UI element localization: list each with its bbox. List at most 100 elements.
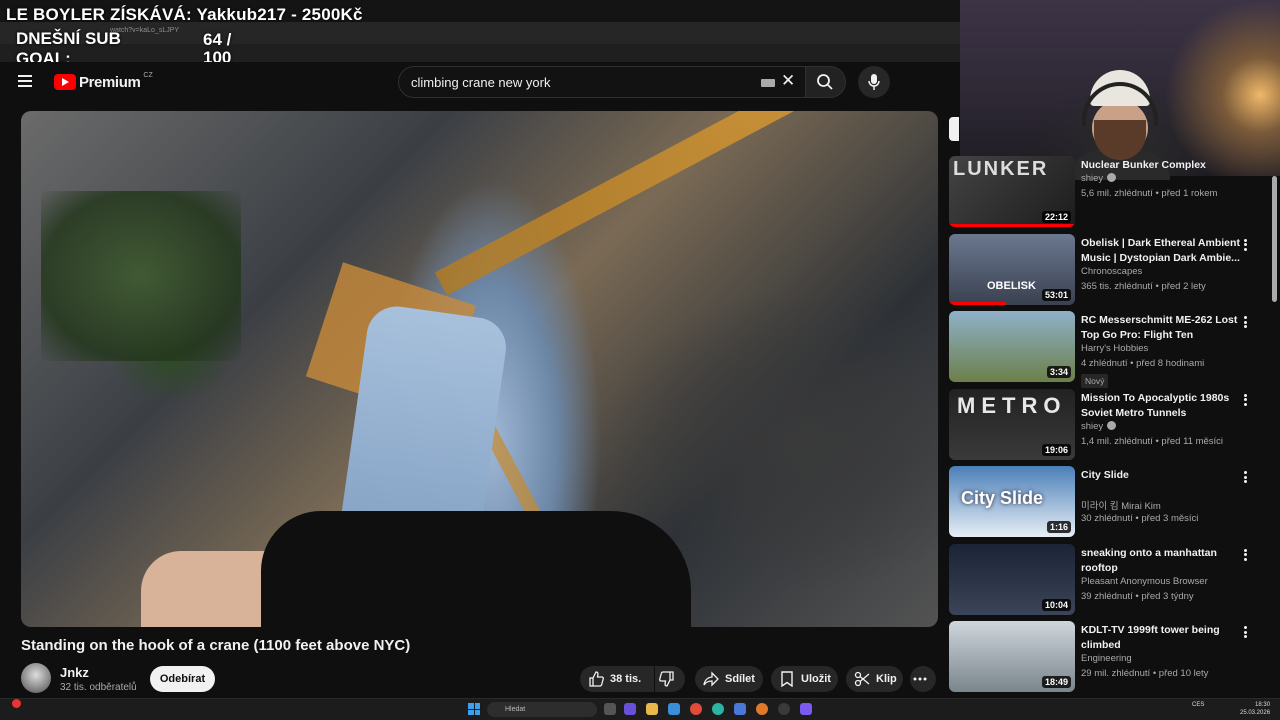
subscriber-count: 32 tis. odběratelů xyxy=(60,682,137,693)
recommendation-title[interactable]: Nuclear Bunker Complex xyxy=(1081,158,1251,173)
recommendation-title[interactable]: Mission To Apocalyptic 1980s Soviet Metr… xyxy=(1081,391,1251,421)
recommendation-item[interactable]: LUNKER 22:12 Nuclear Bunker Complex shiey 5,… xyxy=(949,156,1269,228)
store-icon[interactable] xyxy=(668,703,680,715)
share-label: Sdílet xyxy=(725,673,755,685)
more-options-icon[interactable] xyxy=(1241,625,1249,639)
recommendation-item[interactable]: 18:49 KDLT-TV 1999ft tower being climbed E… xyxy=(949,621,1269,693)
recommendation-meta: 5,6 mil. zhlédnutí • před 1 rokem xyxy=(1081,188,1218,199)
more-actions-button[interactable] xyxy=(910,666,936,692)
more-options-icon[interactable] xyxy=(1241,315,1249,329)
edge-icon[interactable] xyxy=(712,703,724,715)
clear-search-icon[interactable]: ✕ xyxy=(781,71,795,91)
clip-button[interactable]: Klip xyxy=(846,666,903,692)
recommendation-item[interactable]: 3:34 RC Messerschmitt ME-262 Lost Top Go … xyxy=(949,311,1269,388)
discord-icon[interactable] xyxy=(800,703,812,715)
recommendation-title[interactable]: sneaking onto a manhattan rooftop xyxy=(1081,546,1251,576)
recommendation-thumbnail[interactable]: 3:34 xyxy=(949,311,1075,382)
recommendation-title[interactable]: Obelisk | Dark Ethereal Ambient Music | … xyxy=(1081,236,1251,266)
video-duration: 18:49 xyxy=(1041,676,1071,688)
like-button[interactable]: 38 tis. xyxy=(580,666,654,692)
recommendation-channel[interactable]: Harry's Hobbies xyxy=(1081,343,1148,354)
video-frame-park xyxy=(41,191,241,361)
recommendation-thumbnail[interactable]: LUNKER 22:12 xyxy=(949,156,1075,227)
thumbnail-text: LUNKER xyxy=(953,158,1049,180)
search-input[interactable] xyxy=(411,75,741,90)
recommendation-channel[interactable]: Engineering xyxy=(1081,653,1132,664)
recommendation-channel[interactable]: shiey xyxy=(1081,420,1117,432)
recommendation-thumbnail[interactable]: OBELISK 53:01 xyxy=(949,233,1075,305)
channel-avatar[interactable] xyxy=(21,663,51,693)
task-view-icon[interactable] xyxy=(604,703,616,715)
hamburger-menu-icon[interactable] xyxy=(16,72,38,92)
recommendation-channel[interactable]: 미라이 킴 Mirai Kim xyxy=(1081,498,1161,512)
mail-icon[interactable] xyxy=(734,703,746,715)
language-indicator[interactable]: CES xyxy=(1192,702,1204,708)
channel-label: 미라이 킴 Mirai Kim xyxy=(1081,501,1161,512)
like-count: 38 tis. xyxy=(610,673,642,685)
obs-icon[interactable] xyxy=(778,703,790,715)
share-button[interactable]: Sdílet xyxy=(695,666,763,692)
video-duration: 3:34 xyxy=(1046,366,1071,378)
scissors-icon xyxy=(854,671,870,687)
thumbnail-text: OBELISK xyxy=(987,279,1036,292)
recommendation-thumbnail[interactable]: 18:49 xyxy=(949,621,1075,692)
recording-indicator-icon xyxy=(12,699,21,708)
recommendation-thumbnail[interactable]: City Slide 1:16 xyxy=(949,466,1075,537)
thumbnail-text: METRO xyxy=(957,392,1067,418)
recommendation-meta: 4 zhlédnutí • před 8 hodinami xyxy=(1081,358,1205,369)
firefox-icon[interactable] xyxy=(756,703,768,715)
save-button[interactable]: Uložit xyxy=(771,666,838,692)
chip-partial[interactable] xyxy=(949,117,959,141)
channel-label: Harry's Hobbies xyxy=(1081,343,1149,354)
stream-overlay-title: LE BOYLER ZÍSKÁVÁ: Yakkub217 - 2500Kč xyxy=(6,5,363,24)
more-options-icon[interactable] xyxy=(1241,470,1249,484)
recommendation-channel[interactable]: Chronoscapes xyxy=(1081,266,1142,277)
recommendation-title[interactable]: City Slide xyxy=(1081,468,1251,483)
logo-text: Premium xyxy=(79,73,141,91)
more-options-icon[interactable] xyxy=(1241,548,1249,562)
watch-progress-bar xyxy=(949,224,1075,227)
recommendation-meta: 1,4 mil. zhlédnutí • před 11 měsíci xyxy=(1081,435,1224,447)
search-button[interactable] xyxy=(806,66,846,98)
dislike-button[interactable] xyxy=(655,666,685,692)
youtube-premium-logo[interactable]: Premium CZ xyxy=(54,72,153,92)
video-frame-sleeve xyxy=(261,511,691,627)
recommendation-title[interactable]: RC Messerschmitt ME-262 Lost Top Go Pro:… xyxy=(1081,313,1251,343)
channel-label: shiey xyxy=(1081,420,1104,432)
recommendation-channel[interactable]: shiey xyxy=(1081,173,1117,184)
thumbs-up-icon xyxy=(589,671,604,687)
country-code: CZ xyxy=(143,71,153,79)
channel-name[interactable]: Jnkz xyxy=(60,665,89,680)
windows-start-icon[interactable] xyxy=(468,703,480,715)
recommendation-item[interactable]: 10:04 sneaking onto a manhattan rooftop Pl… xyxy=(949,543,1269,616)
recommendation-channel[interactable]: Pleasant Anonymous Browser xyxy=(1081,576,1208,587)
streamer-webcam xyxy=(960,0,1280,180)
youtube-header: Premium CZ ✕ xyxy=(0,62,960,102)
more-options-icon[interactable] xyxy=(1241,393,1249,407)
video-duration: 10:04 xyxy=(1041,598,1071,611)
taskbar-search[interactable]: Hledat xyxy=(487,702,597,717)
widgets-icon[interactable] xyxy=(624,703,636,715)
save-label: Uložit xyxy=(801,673,831,685)
recommendation-item[interactable]: City Slide 1:16 City Slide 미라이 킴 Mirai Kim 3… xyxy=(949,466,1269,538)
voice-search-button[interactable] xyxy=(858,66,890,98)
system-tray[interactable]: CES xyxy=(1150,702,1204,708)
chrome-icon[interactable] xyxy=(690,703,702,715)
taskbar-clock[interactable]: 18:30 25.03.2026 xyxy=(1240,701,1270,717)
more-options-icon[interactable] xyxy=(1241,238,1249,252)
bookmark-icon xyxy=(781,671,793,687)
thumbnail-text: City Slide xyxy=(961,488,1044,508)
thumbs-down-icon xyxy=(659,671,674,687)
recommendation-title[interactable]: KDLT-TV 1999ft tower being climbed xyxy=(1081,623,1251,653)
sidebar-scrollbar[interactable] xyxy=(1272,176,1277,302)
subscribe-button[interactable]: Odebírat xyxy=(150,666,215,692)
video-player[interactable] xyxy=(21,111,938,627)
recommendation-item[interactable]: METRO 19:06 Mission To Apocalyptic 1980s S… xyxy=(949,388,1269,461)
clock-time: 18:30 xyxy=(1255,702,1271,708)
recommendation-thumbnail[interactable]: 10:04 xyxy=(949,543,1075,615)
verified-icon xyxy=(1107,173,1117,182)
recommendation-item[interactable]: OBELISK 53:01 Obelisk | Dark Ethereal Ambi… xyxy=(949,233,1269,306)
explorer-icon[interactable] xyxy=(646,703,658,715)
recommendation-thumbnail[interactable]: METRO 19:06 xyxy=(949,388,1075,460)
keyboard-icon[interactable] xyxy=(761,79,775,87)
